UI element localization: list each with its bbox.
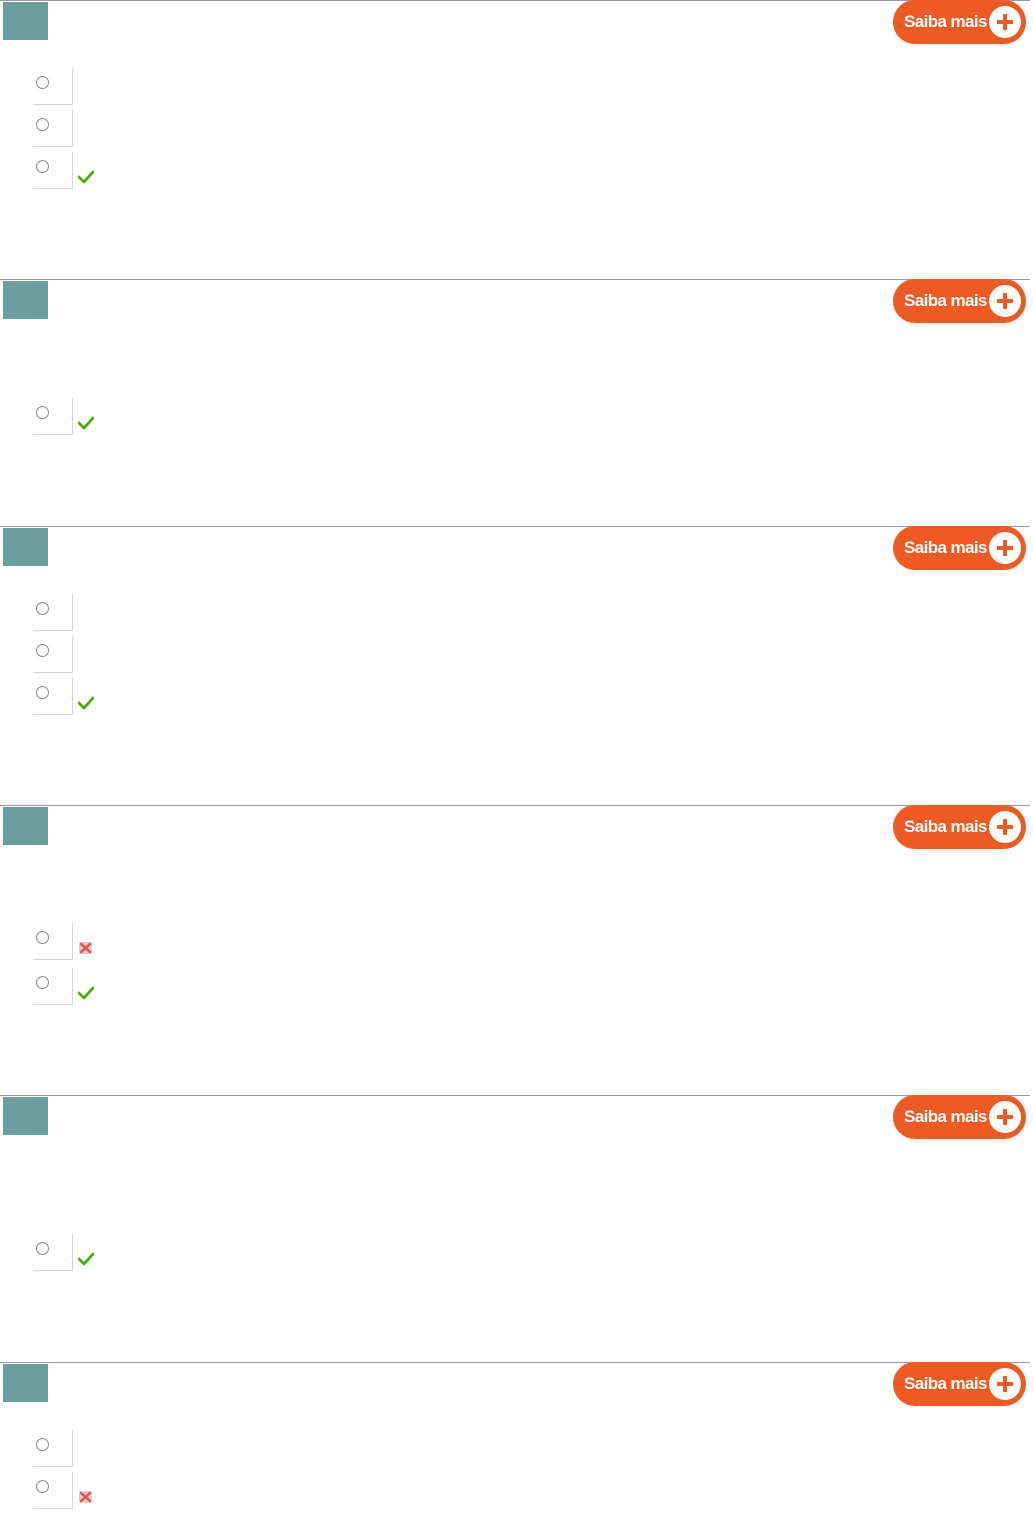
saiba-mais-button[interactable]: Saiba mais [893, 0, 1026, 44]
question-number-box [3, 1364, 48, 1402]
answer-option [33, 110, 103, 147]
saiba-mais-button[interactable]: Saiba mais [893, 279, 1026, 323]
wrong-icon [79, 942, 92, 954]
answer-option [33, 152, 103, 189]
plus-icon [989, 532, 1021, 564]
answer-radio[interactable] [36, 76, 49, 89]
answer-radio[interactable] [36, 1438, 49, 1451]
answer-radio[interactable] [36, 118, 49, 131]
answer-option [33, 1472, 103, 1509]
saiba-mais-label: Saiba mais [904, 12, 987, 31]
saiba-mais-button[interactable]: Saiba mais [893, 1095, 1026, 1139]
question-number-box [3, 807, 48, 845]
question-divider [0, 526, 1030, 527]
question-number-box [3, 2, 48, 40]
answer-option [33, 923, 103, 960]
answer-radio[interactable] [36, 976, 49, 989]
plus-icon [989, 1368, 1021, 1400]
answer-option [33, 68, 103, 105]
plus-icon [989, 285, 1021, 317]
answer-radio[interactable] [36, 644, 49, 657]
question-divider [0, 0, 1030, 1]
question-number-box [3, 528, 48, 566]
answer-option [33, 1430, 103, 1467]
correct-icon [78, 986, 94, 1000]
answer-option [33, 594, 103, 631]
saiba-mais-button[interactable]: Saiba mais [893, 1362, 1026, 1406]
wrong-icon [79, 1491, 92, 1503]
answer-radio[interactable] [36, 1242, 49, 1255]
question-divider [0, 805, 1030, 806]
plus-icon [989, 811, 1021, 843]
question-divider [0, 1362, 1030, 1363]
answer-option [33, 968, 103, 1005]
question-number-box [3, 1097, 48, 1135]
question-number-box [3, 281, 48, 319]
saiba-mais-label: Saiba mais [904, 538, 987, 557]
correct-icon [78, 170, 94, 184]
answer-option [33, 398, 103, 435]
saiba-mais-label: Saiba mais [904, 817, 987, 836]
answer-option [33, 1234, 103, 1271]
saiba-mais-button[interactable]: Saiba mais [893, 526, 1026, 570]
saiba-mais-label: Saiba mais [904, 1107, 987, 1126]
saiba-mais-label: Saiba mais [904, 291, 987, 310]
question-divider [0, 279, 1030, 280]
answer-radio[interactable] [36, 160, 49, 173]
answer-option [33, 678, 103, 715]
plus-icon [989, 6, 1021, 38]
answer-radio[interactable] [36, 686, 49, 699]
answer-radio[interactable] [36, 1480, 49, 1493]
plus-icon [989, 1101, 1021, 1133]
saiba-mais-label: Saiba mais [904, 1374, 987, 1393]
answer-option [33, 636, 103, 673]
correct-icon [78, 1252, 94, 1266]
answer-radio[interactable] [36, 602, 49, 615]
question-divider [0, 1095, 1030, 1096]
correct-icon [78, 416, 94, 430]
correct-icon [78, 696, 94, 710]
answer-radio[interactable] [36, 406, 49, 419]
answer-radio[interactable] [36, 931, 49, 944]
saiba-mais-button[interactable]: Saiba mais [893, 805, 1026, 849]
